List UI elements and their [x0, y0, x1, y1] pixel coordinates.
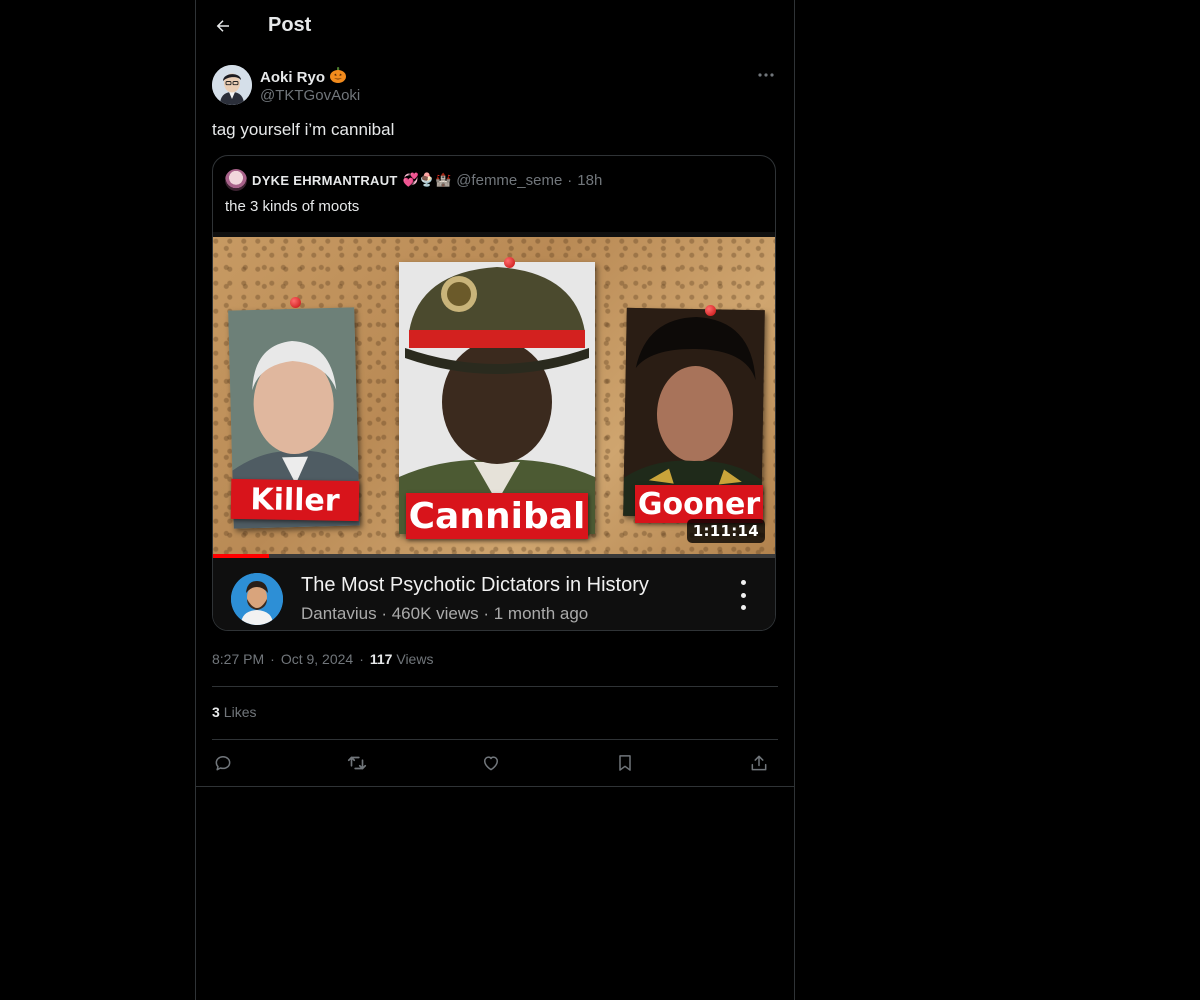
video-title[interactable]: The Most Psychotic Dictators in History: [301, 574, 649, 597]
share-icon: [751, 755, 767, 771]
bookmark-icon: [619, 755, 631, 771]
author-name[interactable]: Aoki Ryo: [260, 69, 325, 86]
divider: [196, 786, 794, 787]
label-cannibal: Cannibal: [406, 493, 588, 539]
pushpin-icon: [504, 257, 515, 268]
video-card[interactable]: Killer Cannibal Gooner 1:11:14 The Most …: [213, 232, 775, 630]
more-options-button[interactable]: [754, 65, 778, 85]
bookmark-button[interactable]: [612, 750, 638, 776]
post-column: Post Aoki Ryo @TKTGovAoki tag yourself i…: [195, 0, 795, 1000]
post-header: Post: [196, 0, 794, 54]
video-info: The Most Psychotic Dictators in History …: [213, 558, 775, 630]
divider: [212, 686, 778, 687]
views-count: 117: [369, 651, 393, 667]
author-handle[interactable]: @TKTGovAoki: [260, 87, 360, 104]
quoted-author-name[interactable]: DYKE EHRMANTRAUT: [252, 173, 398, 188]
reply-button[interactable]: [210, 750, 236, 776]
post-date[interactable]: Oct 9, 2024: [281, 651, 353, 667]
arrow-left-icon: [216, 20, 229, 32]
likes-count: 3: [212, 704, 220, 720]
quoted-post-text: the 3 kinds of moots: [225, 198, 360, 215]
quoted-author-emojis: 💞🍨🏰: [402, 172, 452, 187]
views-label: Views: [396, 651, 434, 667]
reply-icon: [215, 756, 231, 771]
action-bar: [212, 750, 778, 776]
post-text: tag yourself i’m cannibal: [212, 120, 395, 139]
quoted-post-header: DYKE EHRMANTRAUT 💞🍨🏰 @femme_seme · 18h: [225, 169, 602, 191]
repost-button[interactable]: [344, 750, 370, 776]
author-name-row[interactable]: Aoki Ryo: [260, 66, 347, 88]
divider: [212, 739, 778, 740]
pushpin-icon: [290, 297, 301, 308]
quoted-post[interactable]: DYKE EHRMANTRAUT 💞🍨🏰 @femme_seme · 18h t…: [212, 155, 776, 631]
back-button[interactable]: [210, 12, 236, 40]
video-meta: Dantavius · 460K views · 1 month ago: [301, 604, 589, 623]
post-author: Aoki Ryo @TKTGovAoki: [212, 65, 778, 107]
label-gooner: Gooner: [635, 485, 763, 523]
more-horizontal-icon: [758, 73, 774, 77]
separator-dot: ·: [359, 651, 364, 667]
video-thumbnail[interactable]: Killer Cannibal Gooner 1:11:14: [213, 237, 775, 554]
repost-icon: [347, 756, 367, 770]
like-button[interactable]: [478, 750, 504, 776]
likes-summary[interactable]: 3 Likes: [212, 704, 256, 720]
pushpin-icon: [705, 305, 716, 316]
likes-label: Likes: [223, 704, 257, 720]
heart-icon: [484, 756, 498, 771]
pumpkin-emoji-icon: [329, 66, 347, 88]
video-more-button[interactable]: [737, 580, 749, 610]
quoted-author-handle[interactable]: @femme_seme: [456, 172, 562, 189]
post-time[interactable]: 8:27 PM: [212, 651, 264, 667]
more-vertical-icon: [740, 580, 746, 585]
channel-avatar[interactable]: [231, 573, 283, 625]
label-killer: Killer: [230, 478, 360, 522]
avatar[interactable]: [212, 65, 252, 105]
separator-dot: ·: [270, 651, 275, 667]
page-title: Post: [268, 14, 312, 36]
quoted-timestamp[interactable]: 18h: [577, 172, 602, 189]
post-meta: 8:27 PM · Oct 9, 2024 · 117 Views: [212, 651, 433, 667]
quoted-avatar[interactable]: [225, 169, 247, 191]
separator-dot: ·: [567, 171, 573, 189]
video-duration: 1:11:14: [686, 519, 765, 543]
share-button[interactable]: [746, 750, 772, 776]
